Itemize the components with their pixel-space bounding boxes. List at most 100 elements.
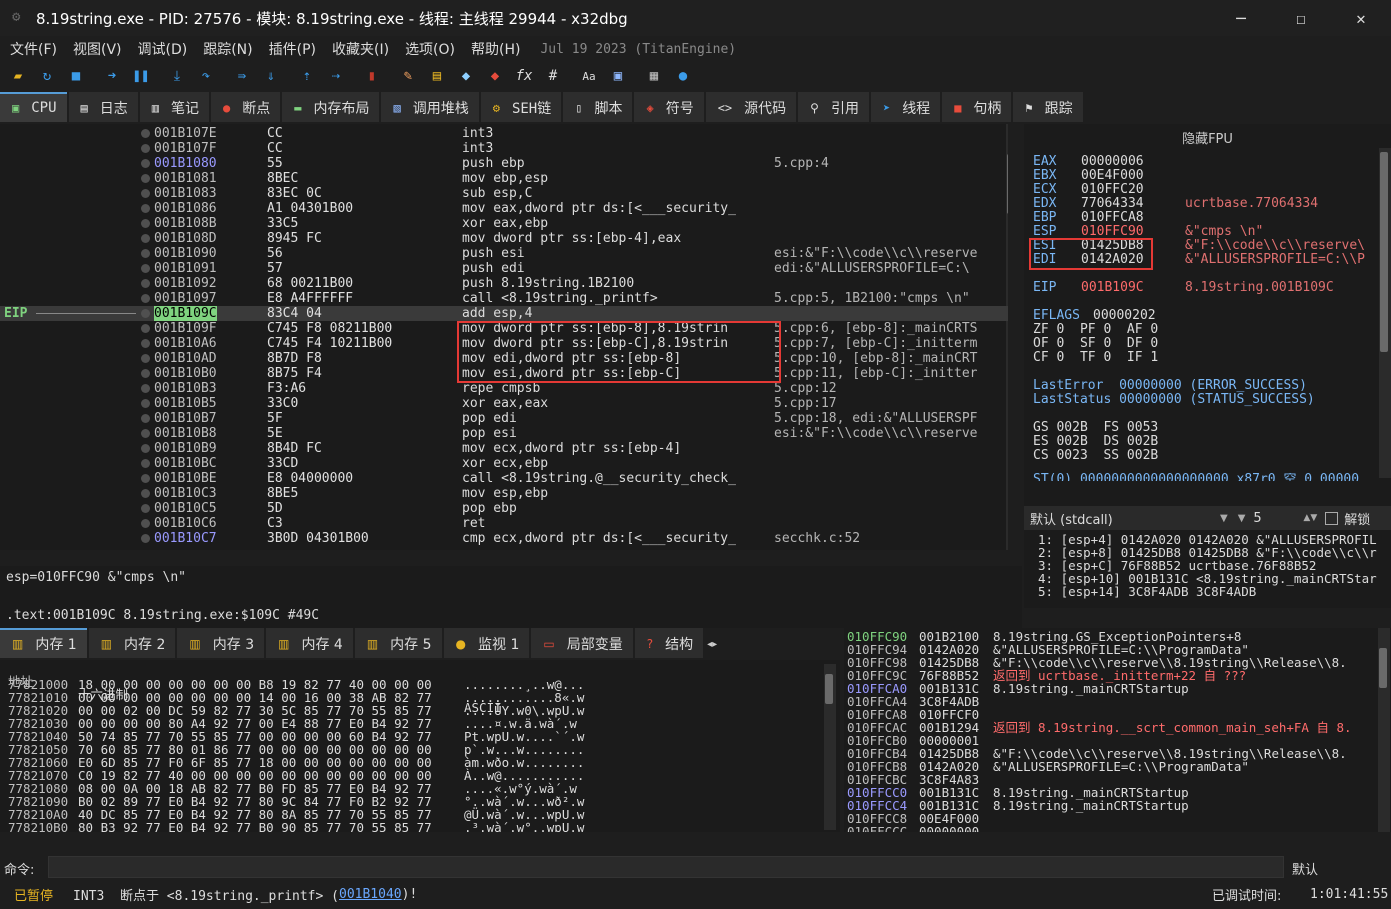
tab-log[interactable]: ▤ 日志 bbox=[68, 92, 138, 122]
tab-trace[interactable]: ⚑ 跟踪 bbox=[1013, 92, 1083, 122]
menu-debug[interactable]: 调试(D) bbox=[138, 39, 188, 59]
disasm-row[interactable]: 001B10C6 C3 ret bbox=[0, 516, 1008, 531]
calling-convention-select[interactable]: 默认 (stdcall) bbox=[1030, 509, 1220, 528]
label-icon[interactable]: ▤ bbox=[426, 65, 448, 87]
disasm-row[interactable]: 001B10C3 8BE5 mov esp,ebp bbox=[0, 486, 1008, 501]
breakpoint-dot-icon[interactable] bbox=[141, 159, 150, 168]
step-into-icon[interactable]: ⤓ bbox=[166, 65, 188, 87]
command-input[interactable] bbox=[48, 856, 1284, 878]
status-link[interactable]: 001B1040 bbox=[339, 887, 402, 902]
restart-icon[interactable]: ↻ bbox=[36, 65, 58, 87]
globe-icon[interactable]: ● bbox=[672, 65, 694, 87]
pause-icon[interactable]: ❚❚ bbox=[130, 65, 152, 87]
stack-view[interactable]: 010FFC90 001B2100 8.19string.GS_ExceptionP… bbox=[844, 628, 1391, 832]
calc-icon[interactable]: ▦ bbox=[643, 65, 665, 87]
register-eip[interactable]: EIP 001B109C 8.19string.001B109C bbox=[1033, 281, 1334, 295]
breakpoint-dot-icon[interactable] bbox=[141, 399, 150, 408]
breakpoint-dot-icon[interactable] bbox=[141, 339, 150, 348]
comment-icon[interactable]: ✎ bbox=[397, 65, 419, 87]
flags-row[interactable]: CF 0 TF 0 IF 1 bbox=[1033, 351, 1158, 365]
register-ebp[interactable]: EBP 010FFCA8 bbox=[1033, 211, 1144, 225]
menu-trace[interactable]: 跟踪(N) bbox=[203, 39, 252, 59]
breakpoint-dot-icon[interactable] bbox=[141, 534, 150, 543]
segment-registers[interactable]: GS 002B FS 0053 bbox=[1033, 421, 1158, 435]
disasm-row[interactable]: EIP 001B109C 83C4 04 add esp,4 bbox=[0, 306, 1008, 321]
segment-registers[interactable]: ES 002B DS 002B bbox=[1033, 435, 1158, 449]
breakpoint-dot-icon[interactable] bbox=[141, 264, 150, 273]
minimize-button[interactable]: ─ bbox=[1211, 0, 1271, 36]
disasm-row[interactable]: 001B108D 8945 FC mov dword ptr ss:[ebp-4],… bbox=[0, 231, 1008, 246]
disasm-row[interactable]: 001B1090 56 push esi esi:&"F:\\code\\c\\res… bbox=[0, 246, 1008, 261]
chevron-down-icon[interactable]: ▼ bbox=[1238, 513, 1246, 524]
stack-scrollbar[interactable] bbox=[1378, 628, 1390, 832]
breakpoint-dot-icon[interactable] bbox=[141, 459, 150, 468]
disasm-row[interactable]: 001B10C7 3B0D 04301B00 cmp ecx,dword ptr d… bbox=[0, 531, 1008, 546]
unlock-checkbox[interactable] bbox=[1325, 511, 1339, 525]
disasm-row[interactable]: 001B107E CC int3 bbox=[0, 126, 1008, 141]
flags-row[interactable]: OF 0 SF 0 DF 0 bbox=[1033, 337, 1158, 351]
menu-help[interactable]: 帮助(H) bbox=[471, 39, 520, 59]
disasm-row[interactable]: 001B1092 68 00211B00 push 8.19string.1B210… bbox=[0, 276, 1008, 291]
breakpoint-dot-icon[interactable] bbox=[141, 414, 150, 423]
run-to-user-icon[interactable]: ⇡ bbox=[296, 65, 318, 87]
spinner-arrows-icon[interactable]: ▲▼ bbox=[1303, 513, 1317, 523]
disasm-row[interactable]: 001B1081 8BEC mov ebp,esp bbox=[0, 171, 1008, 186]
tab-seh[interactable]: ⚙ SEH链 bbox=[480, 92, 562, 122]
breakpoint-dot-icon[interactable] bbox=[141, 384, 150, 393]
command-mode-select[interactable]: 默认 bbox=[1292, 859, 1318, 878]
breakpoint-dot-icon[interactable] bbox=[141, 354, 150, 363]
tab-notes[interactable]: ▥ 笔记 bbox=[139, 92, 209, 122]
disasm-row[interactable]: 001B10BC 33CD xor ecx,ebp bbox=[0, 456, 1008, 471]
segment-registers[interactable]: CS 0023 SS 002B bbox=[1033, 449, 1158, 463]
register-edx[interactable]: EDX 77064334 ucrtbase.77064334 bbox=[1033, 197, 1318, 211]
disasm-row[interactable]: 001B10B3 F3:A6 repe cmpsb 5.cpp:12 bbox=[0, 381, 1008, 396]
register-eax[interactable]: EAX 00000006 bbox=[1033, 155, 1144, 169]
breakpoint-dot-icon[interactable] bbox=[141, 144, 150, 153]
eflags-register[interactable]: EFLAGS 00000202 bbox=[1033, 309, 1156, 323]
breakpoint-dot-icon[interactable] bbox=[141, 249, 150, 258]
maximize-button[interactable]: ☐ bbox=[1271, 0, 1331, 36]
disasm-row[interactable]: 001B10B5 33C0 xor eax,eax 5.cpp:17 bbox=[0, 396, 1008, 411]
breakpoint-dot-icon[interactable] bbox=[141, 279, 150, 288]
breakpoint-dot-icon[interactable] bbox=[141, 444, 150, 453]
menu-favourites[interactable]: 收藏夹(I) bbox=[332, 39, 389, 59]
tab-memtab-1[interactable]: ▥ 内存 1 bbox=[0, 628, 87, 658]
register-esp[interactable]: ESP 010FFC90 &"cmps \n" bbox=[1033, 225, 1263, 239]
disasm-row[interactable]: 001B108B 33C5 xor eax,ebp bbox=[0, 216, 1008, 231]
disasm-row[interactable]: 001B10B9 8B4D FC mov ecx,dword ptr ss:[ebp… bbox=[0, 441, 1008, 456]
registers-scrollbar[interactable] bbox=[1379, 148, 1391, 478]
tab-memtab-7[interactable]: ▭ 局部变量 bbox=[531, 628, 633, 658]
tab-symbols[interactable]: ◈ 符号 bbox=[634, 92, 704, 122]
trace-into-icon[interactable]: ⇛ bbox=[231, 65, 253, 87]
animate-icon[interactable]: ⇢ bbox=[325, 65, 347, 87]
breakpoint-dot-icon[interactable] bbox=[141, 204, 150, 213]
disasm-row[interactable]: 001B10C5 5D pop ebp bbox=[0, 501, 1008, 516]
breakpoint-dot-icon[interactable] bbox=[141, 429, 150, 438]
close-button[interactable]: ✕ bbox=[1331, 0, 1391, 36]
patch-icon[interactable]: ▮ bbox=[361, 65, 383, 87]
tab-memtab-4[interactable]: ▥ 内存 4 bbox=[266, 628, 353, 658]
memory-dump[interactable]: 地址 十六进制 ASCII 77821000 18 00 00 00 00 00 … bbox=[0, 660, 840, 832]
disasm-row[interactable]: 001B1086 A1 04301B00 mov eax,dword ptr ds:… bbox=[0, 201, 1008, 216]
disasm-row[interactable]: 001B10B7 5F pop edi 5.cpp:18, edi:&"ALLUSER… bbox=[0, 411, 1008, 426]
breakpoint-dot-icon[interactable] bbox=[141, 189, 150, 198]
breakpoint-dot-icon[interactable] bbox=[141, 489, 150, 498]
breakpoint-dot-icon[interactable] bbox=[141, 129, 150, 138]
arg-count-spinner[interactable]: 5 bbox=[1253, 511, 1303, 526]
run-icon[interactable]: ➜ bbox=[101, 65, 123, 87]
breakpoint-dot-icon[interactable] bbox=[141, 519, 150, 528]
register-ecx[interactable]: ECX 010FFC20 bbox=[1033, 183, 1144, 197]
menu-view[interactable]: 视图(V) bbox=[73, 39, 122, 59]
tab-memtab-6[interactable]: ● 监视 1 bbox=[443, 628, 530, 658]
tab-memtab-5[interactable]: ▥ 内存 5 bbox=[354, 628, 442, 658]
breakpoint-dot-icon[interactable] bbox=[141, 219, 150, 228]
disasm-row[interactable]: 001B10B8 5E pop esi esi:&"F:\\code\\c\\rese… bbox=[0, 426, 1008, 441]
disasm-row[interactable]: 001B1091 57 push edi edi:&"ALLUSERSPROFILE=… bbox=[0, 261, 1008, 276]
tab-memory-map[interactable]: ▬ 内存布局 bbox=[282, 92, 380, 122]
breakpoint-dot-icon[interactable] bbox=[141, 369, 150, 378]
breakpoint-dot-icon[interactable] bbox=[141, 324, 150, 333]
font-icon[interactable]: Aa bbox=[578, 65, 600, 87]
breakpoint-dot-icon[interactable] bbox=[141, 474, 150, 483]
tab-script[interactable]: ▯ 脚本 bbox=[563, 92, 633, 122]
hash-icon[interactable]: # bbox=[542, 65, 564, 87]
